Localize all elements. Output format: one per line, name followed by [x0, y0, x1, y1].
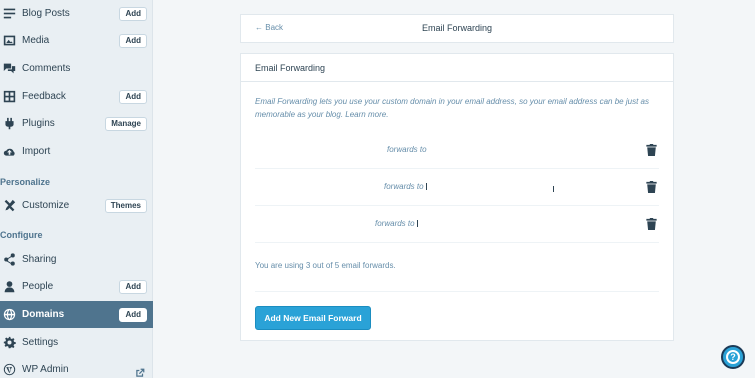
- usage-text: You are using 3 out of 5 email forwards.: [255, 261, 396, 270]
- sidebar-item-customize[interactable]: Customize Themes: [0, 192, 153, 219]
- sidebar-item-label: Plugins: [22, 118, 55, 129]
- people-icon: [2, 280, 16, 294]
- sidebar-item-settings[interactable]: Settings: [0, 329, 153, 356]
- add-feedback-button[interactable]: Add: [119, 89, 147, 104]
- sidebar-item-people[interactable]: People Add: [0, 273, 153, 300]
- forward-text: forwards to: [387, 145, 427, 154]
- sidebar-item-domains[interactable]: Domains Add: [0, 301, 153, 328]
- add-domain-button[interactable]: Add: [119, 307, 147, 322]
- external-link-icon: [135, 365, 145, 377]
- sidebar-item-label: Blog Posts: [22, 8, 70, 19]
- plugin-icon: [2, 117, 16, 131]
- trash-icon[interactable]: [646, 217, 657, 230]
- sidebar-item-plugins[interactable]: Plugins Manage: [0, 110, 153, 137]
- text-cursor-mark: [416, 220, 418, 228]
- forward-row: forwards to: [255, 132, 659, 169]
- sidebar-item-media[interactable]: Media Add: [0, 27, 153, 54]
- trash-icon[interactable]: [646, 180, 657, 193]
- sidebar-item-sharing[interactable]: Sharing: [0, 246, 153, 273]
- section-header: Email Forwarding: [240, 53, 674, 82]
- section-title: Email Forwarding: [255, 63, 326, 73]
- blog-posts-icon: [2, 7, 16, 21]
- forward-label: forwards to: [375, 219, 418, 228]
- themes-button[interactable]: Themes: [104, 198, 147, 213]
- sidebar-item-label: Import: [22, 146, 51, 157]
- comments-icon: [2, 62, 16, 76]
- add-media-button[interactable]: Add: [119, 33, 147, 48]
- sidebar-item-label: Settings: [22, 337, 59, 348]
- description-body: Email Forwarding lets you use your custo…: [255, 97, 649, 119]
- sidebar-item-label: Customize: [22, 200, 70, 211]
- sidebar-item-blog-posts[interactable]: Blog Posts Add: [0, 0, 153, 27]
- help-icon: ?: [726, 350, 740, 364]
- sidebar-item-import[interactable]: Import: [0, 138, 153, 165]
- add-email-forward-button[interactable]: Add New Email Forward: [255, 306, 371, 330]
- forward-row: forwards to: [255, 169, 659, 206]
- forward-text: forwards to: [384, 182, 424, 191]
- description-text: Email Forwarding lets you use your custo…: [255, 95, 655, 121]
- media-icon: [2, 34, 16, 48]
- sidebar-item-label: Domains: [22, 309, 65, 320]
- globe-icon: [2, 308, 16, 322]
- section-heading-personalize: Personalize: [0, 177, 51, 187]
- sidebar-item-label: Media: [22, 35, 50, 46]
- page-title: Email Forwarding: [421, 23, 493, 33]
- feedback-icon: [2, 90, 16, 104]
- customize-icon: [2, 199, 16, 213]
- learn-more-link[interactable]: Learn more.: [345, 110, 388, 119]
- sidebar: Blog Posts Add Media Add Comments Feedba…: [0, 0, 153, 378]
- sidebar-item-label: Sharing: [22, 254, 57, 265]
- sidebar-item-label: People: [22, 281, 54, 292]
- sidebar-item-feedback[interactable]: Feedback Add: [0, 83, 153, 110]
- sidebar-item-label: Feedback: [22, 91, 66, 102]
- help-button[interactable]: ?: [721, 345, 745, 369]
- divider: [255, 291, 659, 292]
- text-cursor-mark: [553, 186, 554, 192]
- gear-icon: [2, 336, 16, 350]
- share-icon: [2, 253, 16, 267]
- wordpress-icon: [2, 363, 16, 377]
- sidebar-item-wp-admin[interactable]: WP Admin: [0, 356, 153, 378]
- sidebar-item-label: WP Admin: [22, 364, 69, 375]
- forward-text: forwards to: [375, 219, 415, 228]
- sidebar-item-label: Comments: [22, 63, 71, 74]
- forward-label: forwards to: [384, 182, 427, 191]
- text-cursor-mark: [425, 183, 427, 191]
- email-forwarding-card: Email Forwarding lets you use your custo…: [240, 82, 674, 341]
- import-icon: [2, 145, 16, 159]
- forward-label: forwards to: [387, 145, 427, 154]
- section-heading-configure: Configure: [0, 230, 43, 240]
- manage-plugins-button[interactable]: Manage: [105, 116, 147, 131]
- header-card: ← Back Email Forwarding: [240, 14, 674, 43]
- trash-icon[interactable]: [646, 143, 657, 156]
- add-post-button[interactable]: Add: [119, 6, 147, 21]
- add-people-button[interactable]: Add: [119, 279, 147, 294]
- sidebar-item-comments[interactable]: Comments: [0, 55, 153, 82]
- forward-row: forwards to: [255, 206, 659, 243]
